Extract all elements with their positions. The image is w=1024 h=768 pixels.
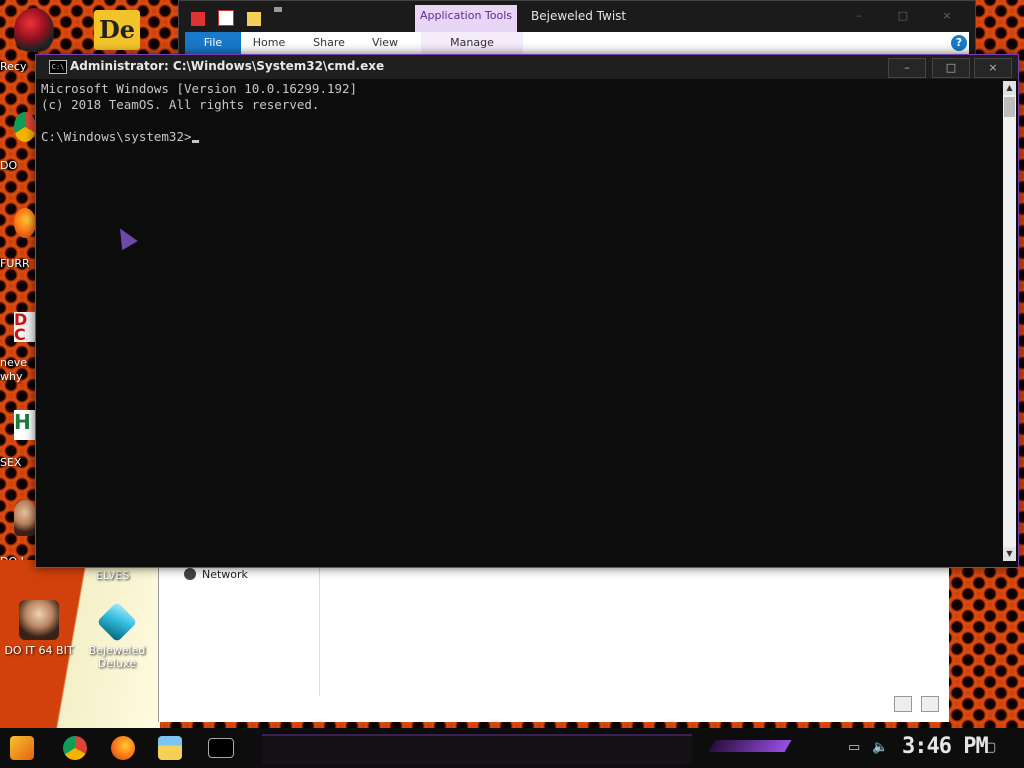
document-icon: DC bbox=[14, 312, 36, 343]
chrome-icon[interactable] bbox=[63, 736, 87, 760]
firefox-icon[interactable] bbox=[111, 736, 135, 760]
cmd-taskbar-icon[interactable] bbox=[208, 738, 234, 758]
desktop-icon-never[interactable]: DC bbox=[14, 312, 36, 352]
desktop-icon-doit64[interactable]: DO IT 64 BIT bbox=[4, 600, 74, 657]
de-app-icon: De bbox=[98, 15, 136, 44]
cmd-close-button[interactable]: × bbox=[974, 58, 1012, 78]
console-prompt-line: C:\Windows\system32> bbox=[41, 129, 1000, 145]
desktop-icon-do[interactable] bbox=[14, 112, 36, 152]
taskbar-accent bbox=[708, 740, 792, 752]
desktop-icon-doi[interactable] bbox=[14, 500, 36, 544]
cmd-scrollbar[interactable]: ▲ ▼ bbox=[1003, 81, 1016, 561]
taskbar-decoration bbox=[262, 734, 692, 764]
cmd-maximize-button[interactable]: □ bbox=[932, 58, 970, 78]
desktop-icon-bejeweled-deluxe[interactable]: Bejeweled Deluxe bbox=[82, 601, 152, 670]
console-line: ​ bbox=[41, 113, 1000, 129]
file-explorer-icon[interactable] bbox=[158, 736, 182, 760]
desktop-icon-sex[interactable]: H bbox=[14, 410, 36, 450]
recycle-bin-icon bbox=[14, 8, 54, 52]
scroll-down-arrow-icon[interactable]: ▼ bbox=[1003, 547, 1016, 561]
chevron-down-icon[interactable] bbox=[274, 7, 283, 26]
console-line: Microsoft Windows [Version 10.0.16299.19… bbox=[41, 81, 358, 96]
volume-icon[interactable]: 🔈 bbox=[872, 740, 888, 755]
quick-access-toolbar bbox=[191, 7, 290, 26]
network-tray-icon[interactable]: ▭ bbox=[848, 740, 860, 755]
cmd-console[interactable]: Microsoft Windows [Version 10.0.16299.19… bbox=[41, 81, 1000, 561]
explorer-window-titlebar: Application Tools Bejeweled Twist – □ × … bbox=[178, 0, 976, 62]
ribbon-tabs: File Home Share View Manage ? bbox=[185, 32, 969, 54]
application-tools-label: Application Tools bbox=[419, 9, 513, 22]
console-line: (c) 2018 TeamOS. All rights reserved. bbox=[41, 97, 320, 112]
explorer-minimize-button[interactable]: – bbox=[839, 9, 879, 22]
checkmark-icon[interactable] bbox=[218, 10, 235, 26]
taskbar: ▭ 🔈 3:46 PM ▢ bbox=[0, 728, 1024, 768]
desktop-label-never: neve why bbox=[0, 356, 28, 383]
clock[interactable]: 3:46 PM bbox=[902, 734, 989, 759]
chrome-app-icon bbox=[14, 112, 36, 142]
notifications-icon[interactable]: ▢ bbox=[984, 740, 996, 755]
desktop-label-elves: ELVES bbox=[96, 569, 130, 582]
navigation-pane: Network bbox=[159, 566, 320, 696]
explorer-content-pane: Network bbox=[158, 566, 949, 722]
desktop-label-sex: SEX bbox=[0, 456, 22, 469]
portrait-icon bbox=[14, 500, 36, 536]
explorer-maximize-button[interactable]: □ bbox=[883, 9, 923, 22]
scroll-thumb[interactable] bbox=[1004, 97, 1015, 117]
explorer-close-button[interactable]: × bbox=[927, 9, 967, 22]
explorer-title: Bejeweled Twist bbox=[531, 9, 627, 23]
desktop-label-recycle: Recy bbox=[0, 60, 27, 73]
firefox-app-icon bbox=[14, 208, 36, 238]
desktop-icon-de[interactable]: De bbox=[94, 10, 140, 50]
desktop-label-furr: FURR bbox=[0, 257, 30, 270]
cmd-window[interactable]: C:\ Administrator: C:\Windows\System32\c… bbox=[35, 54, 1019, 568]
details-view-icon[interactable] bbox=[893, 696, 912, 712]
network-icon bbox=[184, 568, 196, 580]
desktop-label-doit64: DO IT 64 BIT bbox=[4, 644, 74, 657]
folder-icon[interactable] bbox=[247, 12, 262, 26]
tab-home[interactable]: Home bbox=[249, 32, 289, 54]
view-toggle bbox=[890, 696, 939, 716]
tab-file[interactable]: File bbox=[185, 32, 241, 54]
diamond-icon bbox=[96, 601, 138, 643]
portrait-icon bbox=[19, 600, 59, 640]
cmd-minimize-button[interactable]: – bbox=[888, 58, 926, 78]
sheet-icon: H bbox=[14, 410, 36, 440]
cmd-title: Administrator: C:\Windows\System32\cmd.e… bbox=[70, 59, 385, 73]
large-icons-view-icon[interactable] bbox=[921, 696, 939, 712]
help-icon[interactable]: ? bbox=[951, 35, 967, 51]
nav-item-label: Network bbox=[202, 568, 248, 581]
console-prompt: C:\Windows\system32> bbox=[41, 129, 192, 144]
nav-item-network[interactable]: Network bbox=[184, 568, 248, 581]
tab-manage[interactable]: Manage bbox=[421, 32, 523, 54]
text-caret bbox=[191, 140, 199, 143]
desktop-label-bejeweled-deluxe: Bejeweled Deluxe bbox=[88, 644, 146, 670]
tab-share[interactable]: Share bbox=[307, 32, 351, 54]
desktop-icon-furr[interactable] bbox=[14, 208, 36, 248]
desktop-label-do: DO bbox=[0, 159, 18, 172]
cmd-app-icon: C:\ bbox=[49, 60, 67, 74]
start-icon[interactable] bbox=[10, 736, 34, 760]
cmd-titlebar[interactable]: C:\ Administrator: C:\Windows\System32\c… bbox=[36, 55, 1018, 79]
properties-icon[interactable] bbox=[191, 12, 205, 26]
scroll-up-arrow-icon[interactable]: ▲ bbox=[1003, 81, 1016, 95]
tab-view[interactable]: View bbox=[367, 32, 403, 54]
